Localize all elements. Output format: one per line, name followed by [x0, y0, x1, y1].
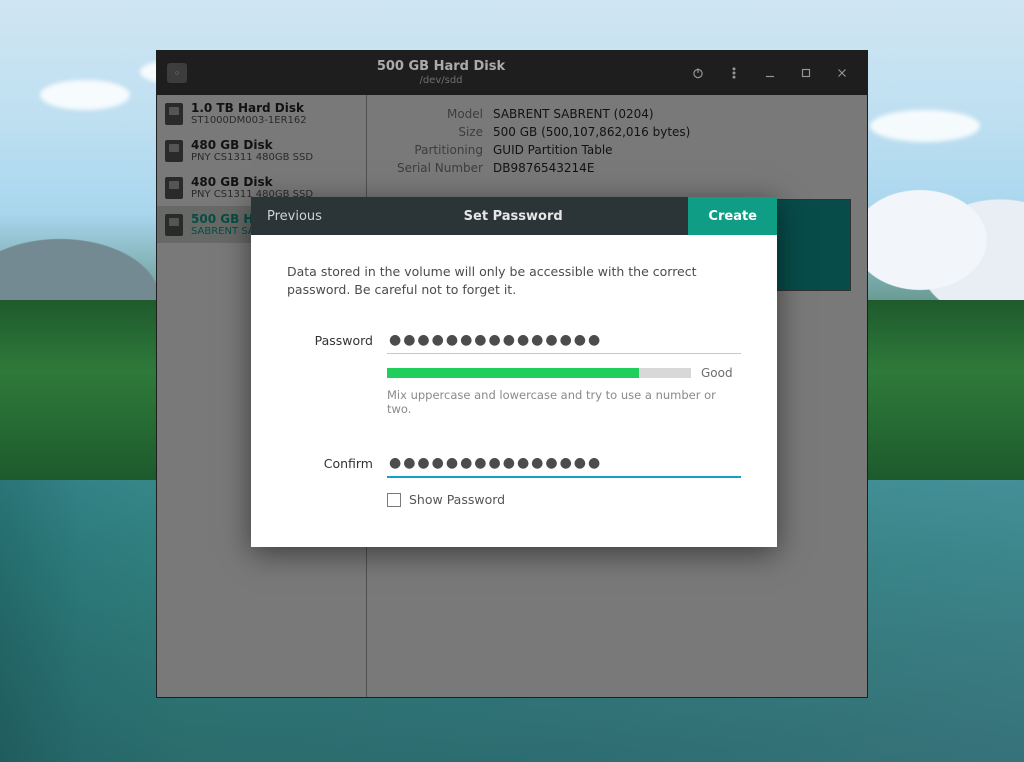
- password-label: Password: [287, 329, 373, 348]
- password-hint: Mix uppercase and lowercase and try to u…: [387, 388, 741, 416]
- confirm-label: Confirm: [287, 452, 373, 471]
- confirm-input[interactable]: ●●●●●●●●●●●●●●●: [387, 452, 741, 478]
- show-password-checkbox[interactable]: [387, 493, 401, 507]
- previous-button[interactable]: Previous: [251, 197, 338, 235]
- create-button[interactable]: Create: [688, 197, 777, 235]
- strength-label: Good: [701, 366, 741, 380]
- dialog-note: Data stored in the volume will only be a…: [287, 263, 741, 299]
- dialog-title: Set Password: [338, 209, 688, 224]
- dialog-header: Previous Set Password Create: [251, 197, 777, 235]
- password-strength: Good: [387, 366, 741, 380]
- strength-bar: [387, 368, 691, 378]
- password-input[interactable]: ●●●●●●●●●●●●●●●: [387, 329, 741, 354]
- show-password-label: Show Password: [409, 492, 505, 507]
- strength-fill: [387, 368, 639, 378]
- desktop-wallpaper: ◦ 500 GB Hard Disk /dev/sdd: [0, 0, 1024, 762]
- set-password-dialog: Previous Set Password Create Data stored…: [251, 197, 777, 547]
